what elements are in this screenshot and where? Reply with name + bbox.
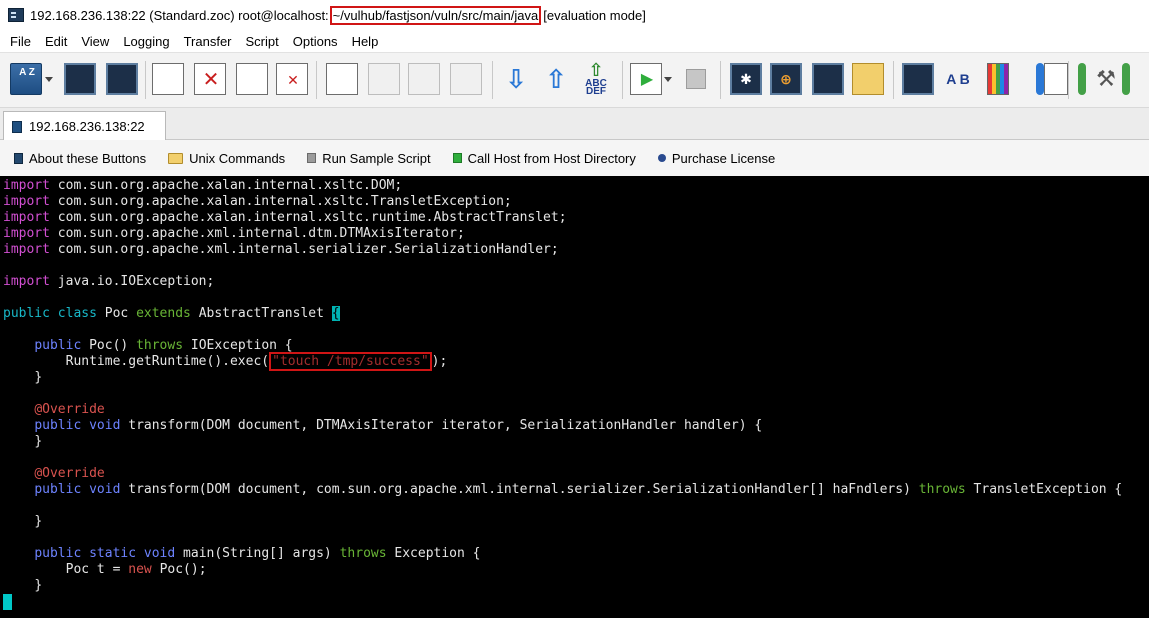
menu-options[interactable]: Options bbox=[289, 34, 342, 49]
code-line: Poc t = new Poc(); bbox=[65, 562, 207, 577]
edit-icon[interactable] bbox=[408, 63, 440, 95]
button-bar: About these Buttons Unix Commands Run Sa… bbox=[0, 140, 1149, 176]
tab-session-label: 192.168.236.138:22 bbox=[29, 119, 145, 134]
terminal-app-icon bbox=[8, 8, 24, 22]
exec-command-string: "touch /tmp/success" bbox=[269, 352, 432, 371]
dot-icon bbox=[657, 154, 666, 162]
prev-document-icon[interactable] bbox=[152, 63, 184, 95]
code-line: @Override bbox=[34, 466, 105, 481]
toolbar-separator bbox=[492, 61, 493, 99]
test-tube-icon[interactable] bbox=[1036, 63, 1044, 95]
call-host-button[interactable]: Call Host from Host Directory bbox=[452, 151, 636, 166]
terminal-output[interactable]: import com.sun.org.apache.xalan.internal… bbox=[0, 176, 1149, 618]
green-tube-icon-2[interactable] bbox=[1122, 63, 1130, 95]
menu-edit[interactable]: Edit bbox=[41, 34, 71, 49]
folder-icon bbox=[168, 152, 184, 164]
about-buttons-button[interactable]: About these Buttons bbox=[14, 151, 146, 166]
stop-icon[interactable] bbox=[686, 69, 706, 89]
toolbar-separator bbox=[720, 61, 721, 99]
toolbar: A Z ✕ ✕ ⇩ ⇧ ⇧ ABC DEF ▶ ✱ ⊕ A B ⚒ bbox=[0, 52, 1149, 108]
menu-file[interactable]: File bbox=[6, 34, 35, 49]
colors-icon[interactable] bbox=[987, 63, 1009, 95]
menu-help[interactable]: Help bbox=[348, 34, 383, 49]
code-line: import com.sun.org.apache.xalan.internal… bbox=[3, 194, 512, 209]
code-line: import com.sun.org.apache.xml.internal.s… bbox=[3, 242, 559, 257]
folder-icon[interactable] bbox=[852, 63, 884, 95]
script-icon bbox=[307, 153, 317, 163]
run-script-icon[interactable]: ▶ bbox=[630, 63, 662, 95]
code-line: } bbox=[34, 514, 43, 529]
tab-strip: 192.168.236.138:22 bbox=[0, 108, 1149, 141]
upload-icon[interactable]: ⇧ bbox=[540, 63, 572, 95]
code-line: import com.sun.org.apache.xalan.internal… bbox=[3, 210, 567, 225]
target-screen-icon[interactable]: ⊕ bbox=[770, 63, 802, 95]
window-icon[interactable] bbox=[1044, 63, 1068, 95]
code-line: } bbox=[34, 578, 43, 593]
toolbar-separator bbox=[622, 61, 623, 99]
menu-logging[interactable]: Logging bbox=[119, 34, 173, 49]
tab-session[interactable]: 192.168.236.138:22 bbox=[3, 111, 166, 141]
code-line: } bbox=[34, 434, 43, 449]
info-square-icon bbox=[14, 152, 23, 164]
code-line: public void transform(DOM document, com.… bbox=[34, 482, 1123, 497]
screen-config-icon[interactable] bbox=[902, 63, 934, 95]
run-script-dropdown-icon[interactable] bbox=[664, 77, 672, 82]
text-document-icon[interactable] bbox=[326, 63, 358, 95]
window-title-suffix: [evaluation mode] bbox=[543, 7, 646, 23]
paste-icon[interactable] bbox=[368, 63, 400, 95]
code-line: public class Poc extends AbstractTransle… bbox=[3, 306, 340, 321]
menu-transfer[interactable]: Transfer bbox=[180, 34, 236, 49]
code-line: import com.sun.org.apache.xml.internal.d… bbox=[3, 226, 465, 241]
code-line: import java.io.IOException; bbox=[3, 274, 215, 289]
purchase-license-button[interactable]: Purchase License bbox=[657, 151, 775, 166]
code-line: @Override bbox=[34, 402, 105, 417]
unix-commands-button[interactable]: Unix Commands bbox=[168, 151, 285, 166]
delete-icon[interactable]: ✕ bbox=[194, 63, 226, 95]
font-icon[interactable]: A B bbox=[942, 63, 974, 95]
code-line: } bbox=[34, 370, 43, 385]
new-session-icon[interactable] bbox=[64, 63, 96, 95]
title-bar: 192.168.236.138:22 (Standard.zoc) root@l… bbox=[0, 0, 1149, 30]
download-icon[interactable]: ⇩ bbox=[500, 63, 532, 95]
text-cursor: { bbox=[331, 306, 340, 321]
clipboard-icon[interactable] bbox=[450, 63, 482, 95]
window-title-path: ~/vulhub/fastjson/vuln/src/main/java bbox=[329, 5, 542, 25]
star-screen-icon[interactable]: ✱ bbox=[730, 63, 762, 95]
sort-icon[interactable]: A Z bbox=[10, 63, 42, 95]
tools-icon[interactable]: ⚒ bbox=[1090, 63, 1122, 95]
code-line: public void transform(DOM document, DTMA… bbox=[34, 418, 763, 433]
toolbar-separator bbox=[1068, 61, 1069, 99]
code-line: Runtime.getRuntime().exec("touch /tmp/su… bbox=[65, 352, 448, 371]
host-computer-icon[interactable] bbox=[812, 63, 844, 95]
window-title-prefix: 192.168.236.138:22 (Standard.zoc) root@l… bbox=[30, 7, 329, 23]
session-icon bbox=[12, 120, 22, 133]
abc-def-icon[interactable]: ⇧ ABC DEF bbox=[580, 61, 612, 97]
block-cursor bbox=[3, 594, 12, 610]
green-tube-icon[interactable] bbox=[1078, 63, 1086, 95]
host-directory-icon bbox=[452, 153, 462, 163]
menu-view[interactable]: View bbox=[77, 34, 113, 49]
delete-document-icon[interactable]: ✕ bbox=[276, 63, 308, 95]
code-line: import com.sun.org.apache.xalan.internal… bbox=[3, 178, 403, 193]
toolbar-separator bbox=[145, 61, 146, 99]
toolbar-separator bbox=[316, 61, 317, 99]
toolbar-separator bbox=[893, 61, 894, 99]
close-session-icon[interactable] bbox=[106, 63, 138, 95]
sort-dropdown-icon[interactable] bbox=[45, 77, 53, 82]
copy-document-icon[interactable] bbox=[236, 63, 268, 95]
menu-bar: File Edit View Logging Transfer Script O… bbox=[0, 30, 1149, 52]
code-line: public Poc() throws IOException { bbox=[34, 338, 293, 353]
code-line bbox=[0, 594, 1149, 610]
menu-script[interactable]: Script bbox=[242, 34, 283, 49]
code-line: public static void main(String[] args) t… bbox=[34, 546, 481, 561]
run-sample-script-button[interactable]: Run Sample Script bbox=[307, 151, 431, 166]
